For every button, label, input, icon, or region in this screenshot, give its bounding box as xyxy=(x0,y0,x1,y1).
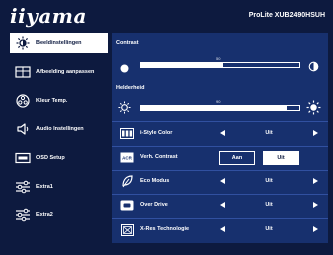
bottom-bar xyxy=(0,243,333,255)
brand-logo: iiyama xyxy=(10,4,87,28)
brightness-title: Helderheid xyxy=(116,85,145,91)
arrow-right-icon[interactable] xyxy=(313,226,318,232)
sidebar-item-audio-instellingen[interactable]: Audio Instellingen xyxy=(10,119,108,139)
arrow-left-icon[interactable] xyxy=(220,226,225,232)
setting-value: Uit xyxy=(265,178,273,184)
sidebar-item-label: Extra2 xyxy=(36,212,53,218)
istyle-icon xyxy=(120,127,134,140)
arrow-left-icon[interactable] xyxy=(220,178,225,184)
brightness-low-icon xyxy=(118,101,131,119)
sidebar-item-label: Audio Instellingen xyxy=(36,126,84,132)
contrast-title: Contrast xyxy=(116,40,139,46)
brightness-slider[interactable] xyxy=(140,105,300,111)
svg-text:ACR: ACR xyxy=(122,156,132,161)
sidebar-item-beeldinstellingen[interactable]: Beeldinstellingen xyxy=(10,33,108,53)
brightness-high-icon xyxy=(306,100,321,120)
sidebar-item-label: Beeldinstellingen xyxy=(36,40,82,46)
toggle-aan-button[interactable]: Aan xyxy=(219,151,255,165)
setting-row-verh-contrast[interactable]: ACR Verh. Contrast Aan Uit xyxy=(112,147,328,169)
settings-panel: Contrast 50 Helderheid 90 i-Style Color … xyxy=(112,33,328,243)
sidebar-item-label: Extra1 xyxy=(36,184,53,190)
eco-leaf-icon xyxy=(120,175,134,188)
model-name: ProLite XUB2490HSUH xyxy=(248,12,325,19)
sidebar-item-osd-setup[interactable]: OSD Setup xyxy=(10,148,108,168)
color-palette-icon xyxy=(15,94,31,108)
contrast-slider[interactable] xyxy=(140,62,300,68)
contrast-low-icon xyxy=(120,60,129,78)
setting-label: Over Drive xyxy=(140,202,168,208)
contrast-value: 50 xyxy=(216,56,221,61)
sliders-icon xyxy=(15,180,31,194)
divider xyxy=(112,121,328,122)
sidebar-item-afbeelding-aanpassen[interactable]: Afbeelding aanpassen xyxy=(10,62,108,82)
sidebar-item-label: OSD Setup xyxy=(36,155,65,161)
contrast-slider-fill xyxy=(140,62,223,68)
arrow-right-icon[interactable] xyxy=(313,130,318,136)
sidebar-item-extra1[interactable]: Extra1 xyxy=(10,177,108,197)
sidebar-item-label: Kleur Temp. xyxy=(36,98,68,104)
sidebar-item-label: Afbeelding aanpassen xyxy=(36,69,95,75)
arrow-left-icon[interactable] xyxy=(220,130,225,136)
setting-value: Uit xyxy=(265,202,273,208)
picture-adjust-icon xyxy=(15,65,31,79)
setting-row-eco-modus[interactable]: Eco Modus Uit xyxy=(112,171,328,193)
sidebar-item-kleur-temp[interactable]: Kleur Temp. xyxy=(10,91,108,111)
arrow-right-icon[interactable] xyxy=(313,178,318,184)
setting-value: Uit xyxy=(265,130,273,136)
brightness-icon xyxy=(15,36,31,50)
osd-menu-icon xyxy=(15,151,31,165)
setting-value: Uit xyxy=(265,226,273,232)
brightness-value: 90 xyxy=(216,99,221,104)
brightness-slider-fill xyxy=(140,105,287,111)
setting-row-istyle-color[interactable]: i-Style Color Uit xyxy=(112,123,328,145)
setting-row-over-drive[interactable]: Over Drive Uit xyxy=(112,195,328,217)
setting-label: Verh. Contrast xyxy=(140,154,178,160)
toggle-uit-button[interactable]: Uit xyxy=(263,151,299,165)
overdrive-icon xyxy=(120,199,134,212)
sidebar: Beeldinstellingen Afbeelding aanpassen K… xyxy=(10,33,108,243)
sidebar-item-extra2[interactable]: Extra2 xyxy=(10,205,108,225)
arrow-right-icon[interactable] xyxy=(313,202,318,208)
speaker-icon xyxy=(15,122,31,136)
top-bar: iiyama ProLite XUB2490HSUH xyxy=(0,0,333,30)
sliders-icon xyxy=(15,208,31,222)
setting-row-xres-technologie[interactable]: X-Res Technologie Uit xyxy=(112,219,328,241)
setting-label: X-Res Technologie xyxy=(140,226,190,232)
setting-label: i-Style Color xyxy=(140,130,173,136)
setting-label: Eco Modus xyxy=(140,178,170,184)
acr-icon: ACR xyxy=(120,151,134,164)
xres-icon xyxy=(120,223,134,236)
arrow-left-icon[interactable] xyxy=(220,202,225,208)
contrast-high-icon xyxy=(308,59,319,77)
